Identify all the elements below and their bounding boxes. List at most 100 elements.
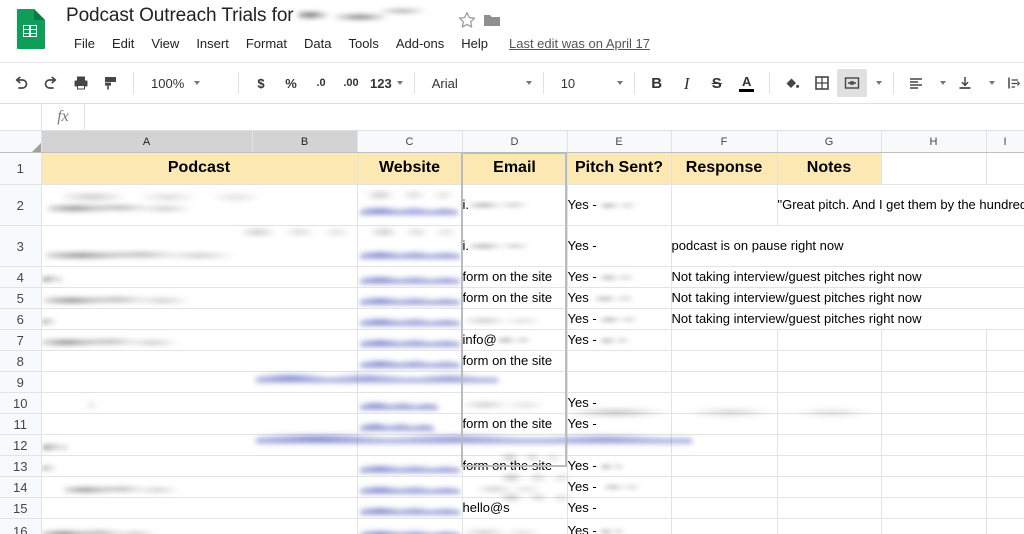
cell-email-14[interactable] — [462, 477, 567, 498]
cell-notes-16[interactable] — [777, 519, 881, 534]
cell-website-15[interactable] — [357, 498, 462, 519]
cell-response-5[interactable]: Not taking interview/guest pitches right… — [671, 288, 1024, 309]
cell-response-11[interactable] — [671, 414, 777, 435]
cell-podcast-8[interactable] — [41, 351, 357, 372]
menu-item-add-ons[interactable]: Add-ons — [388, 33, 452, 54]
cell-notes-7[interactable] — [777, 330, 881, 351]
cell-podcast-7[interactable] — [41, 330, 357, 351]
cell-notes-10[interactable] — [777, 393, 881, 414]
cell-h1[interactable] — [881, 153, 986, 185]
italic-button[interactable]: I — [672, 69, 702, 97]
cell-notes-9[interactable] — [777, 372, 881, 393]
cell-website-2[interactable] — [357, 185, 462, 226]
zoom-level-dropdown[interactable]: 100% — [141, 69, 231, 97]
row-header-5[interactable]: 5 — [0, 288, 41, 309]
cell-email-16[interactable] — [462, 519, 567, 534]
column-header-b[interactable]: B — [252, 131, 357, 153]
cell-pitch-sent-15[interactable]: Yes - — [567, 498, 671, 519]
cell-response-7[interactable] — [671, 330, 777, 351]
cell-website-11[interactable] — [357, 414, 462, 435]
cell-email-8[interactable]: form on the site — [462, 351, 567, 372]
menu-item-insert[interactable]: Insert — [188, 33, 237, 54]
vertical-align-icon[interactable] — [950, 69, 980, 97]
cell-email-5[interactable]: form on the site — [462, 288, 567, 309]
cell-email-12[interactable] — [462, 435, 567, 456]
cell-notes-8[interactable] — [777, 351, 881, 372]
column-header-f[interactable]: F — [671, 131, 777, 153]
format-percent-button[interactable]: % — [276, 69, 306, 97]
cell-pitch-sent-8[interactable] — [567, 351, 671, 372]
header-cell-podcast[interactable]: Podcast — [41, 153, 357, 185]
cell-website-6[interactable] — [357, 309, 462, 330]
cell-response-2[interactable] — [671, 185, 777, 226]
cell-pitch-sent-3[interactable]: Yes - — [567, 226, 671, 267]
decrease-decimal-button[interactable]: .0 — [306, 69, 336, 97]
row-header-6[interactable]: 6 — [0, 309, 41, 330]
cell-podcast-2[interactable] — [41, 185, 357, 226]
cell-h10[interactable] — [881, 393, 986, 414]
cell-h12[interactable] — [881, 435, 986, 456]
cell-pitch-sent-9[interactable] — [567, 372, 671, 393]
cell-website-13[interactable] — [357, 456, 462, 477]
cell-i16[interactable] — [986, 519, 1024, 534]
cell-website-3[interactable] — [357, 226, 462, 267]
column-header-i[interactable]: I — [986, 131, 1024, 153]
row-header-11[interactable]: 11 — [0, 414, 41, 435]
fill-color-icon[interactable] — [777, 69, 807, 97]
cell-podcast-3[interactable] — [41, 226, 357, 267]
cell-podcast-12[interactable] — [41, 435, 357, 456]
cell-h11[interactable] — [881, 414, 986, 435]
cell-i13[interactable] — [986, 456, 1024, 477]
cell-response-13[interactable] — [671, 456, 777, 477]
header-cell-pitch-sent[interactable]: Pitch Sent? — [567, 153, 671, 185]
font-size-dropdown[interactable]: 10 — [551, 69, 627, 97]
cell-response-16[interactable] — [671, 519, 777, 534]
header-cell-notes[interactable]: Notes — [777, 153, 881, 185]
spreadsheet-grid[interactable]: A B C D E F G H I 1 Podcast Website Emai… — [0, 131, 1024, 534]
cell-pitch-sent-5[interactable]: Yes — [567, 288, 671, 309]
select-all-corner[interactable] — [0, 131, 41, 153]
cell-website-16[interactable] — [357, 519, 462, 534]
column-header-g[interactable]: G — [777, 131, 881, 153]
cell-pitch-sent-14[interactable]: Yes - — [567, 477, 671, 498]
cell-response-14[interactable] — [671, 477, 777, 498]
cell-pitch-sent-10[interactable]: Yes - — [567, 393, 671, 414]
column-header-a[interactable]: A — [41, 131, 252, 153]
text-wrap-icon[interactable] — [999, 69, 1024, 97]
header-cell-website[interactable]: Website — [357, 153, 462, 185]
paint-format-icon[interactable] — [96, 69, 126, 97]
cell-website-7[interactable] — [357, 330, 462, 351]
cell-email-15[interactable]: hello@s — [462, 498, 567, 519]
cell-h8[interactable] — [881, 351, 986, 372]
column-header-c[interactable]: C — [357, 131, 462, 153]
cell-email-11[interactable]: form on the site — [462, 414, 567, 435]
cell-podcast-5[interactable] — [41, 288, 357, 309]
row-header-8[interactable]: 8 — [0, 351, 41, 372]
row-header-13[interactable]: 13 — [0, 456, 41, 477]
cell-pitch-sent-16[interactable]: Yes - — [567, 519, 671, 534]
row-header-10[interactable]: 10 — [0, 393, 41, 414]
cell-email-2[interactable]: i. — [462, 185, 567, 226]
star-icon[interactable] — [457, 10, 477, 35]
row-header-12[interactable]: 12 — [0, 435, 41, 456]
cell-response-6[interactable]: Not taking interview/guest pitches right… — [671, 309, 1024, 330]
cell-podcast-4[interactable] — [41, 267, 357, 288]
merge-cells-dropdown[interactable] — [867, 69, 886, 97]
cell-podcast-10[interactable] — [41, 393, 357, 414]
column-header-d[interactable]: D — [462, 131, 567, 153]
cell-website-5[interactable] — [357, 288, 462, 309]
cell-response-10[interactable] — [671, 393, 777, 414]
print-icon[interactable] — [66, 69, 96, 97]
last-edit-link[interactable]: Last edit was on April 17 — [509, 36, 650, 51]
vertical-align-dropdown[interactable] — [980, 69, 999, 97]
cell-website-9[interactable] — [357, 372, 462, 393]
cell-i15[interactable] — [986, 498, 1024, 519]
undo-icon[interactable] — [6, 69, 36, 97]
menu-item-view[interactable]: View — [143, 33, 187, 54]
cell-h13[interactable] — [881, 456, 986, 477]
column-header-h[interactable]: H — [881, 131, 986, 153]
cell-i10[interactable] — [986, 393, 1024, 414]
menu-item-file[interactable]: File — [66, 33, 103, 54]
cell-response-4[interactable]: Not taking interview/guest pitches right… — [671, 267, 1024, 288]
cell-i14[interactable] — [986, 477, 1024, 498]
